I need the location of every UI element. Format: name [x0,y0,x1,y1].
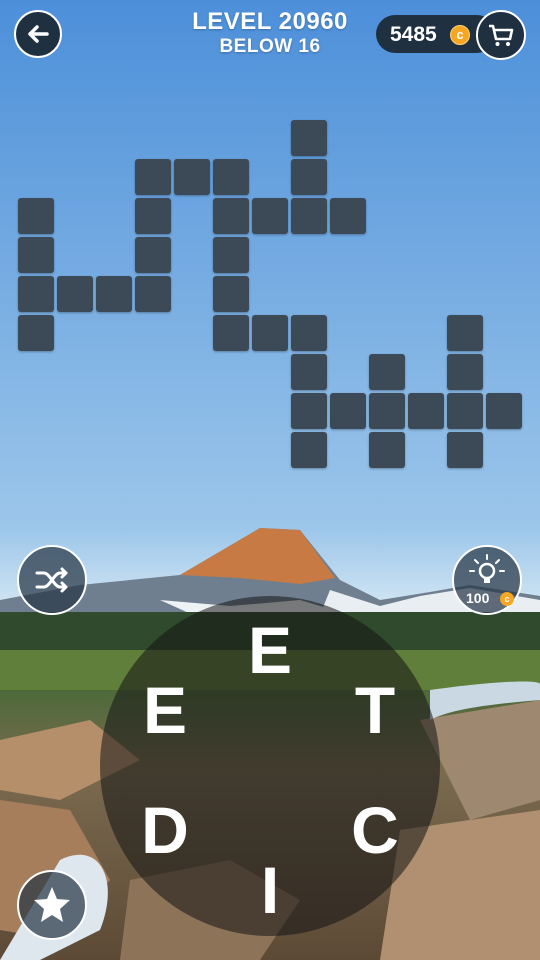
grid-cell [213,315,249,351]
star-button[interactable] [17,870,87,940]
shuffle-button[interactable] [17,545,87,615]
grid-cell [447,315,483,351]
grid-cell [330,198,366,234]
grid-cell [447,393,483,429]
wheel-letter[interactable]: T [340,675,410,745]
grid-cell [447,432,483,468]
hint-cost: 100 [466,590,490,606]
wheel-letter[interactable]: E [130,675,200,745]
grid-cell [369,432,405,468]
grid-cell [369,393,405,429]
hint-coin-icon: c [500,592,514,606]
grid-cell [291,354,327,390]
grid-cell [213,237,249,273]
grid-cell [291,393,327,429]
grid-cell [213,198,249,234]
grid-cell [252,315,288,351]
grid-cell [330,393,366,429]
grid-cell [291,120,327,156]
wheel-letter[interactable]: C [340,795,410,865]
grid-cell [486,393,522,429]
grid-cell [291,432,327,468]
grid-cell [408,393,444,429]
star-icon [34,887,70,922]
grid-cell [447,354,483,390]
grid-cell [57,276,93,312]
grid-cell [213,159,249,195]
grid-cell [291,159,327,195]
grid-cell [18,315,54,351]
grid-cell [213,276,249,312]
grid-cell [135,237,171,273]
shuffle-icon [35,567,68,593]
lightbulb-icon [469,554,505,583]
wheel-letter[interactable]: E [235,615,305,685]
grid-cell [18,237,54,273]
crossword-grid [0,0,540,480]
grid-cell [369,354,405,390]
wheel-letter[interactable]: I [235,855,305,925]
grid-cell [96,276,132,312]
grid-cell [252,198,288,234]
grid-cell [135,198,171,234]
grid-cell [135,276,171,312]
grid-cell [18,198,54,234]
grid-cell [291,198,327,234]
grid-cell [291,315,327,351]
grid-cell [135,159,171,195]
grid-cell [174,159,210,195]
wheel-letter[interactable]: D [130,795,200,865]
grid-cell [18,276,54,312]
